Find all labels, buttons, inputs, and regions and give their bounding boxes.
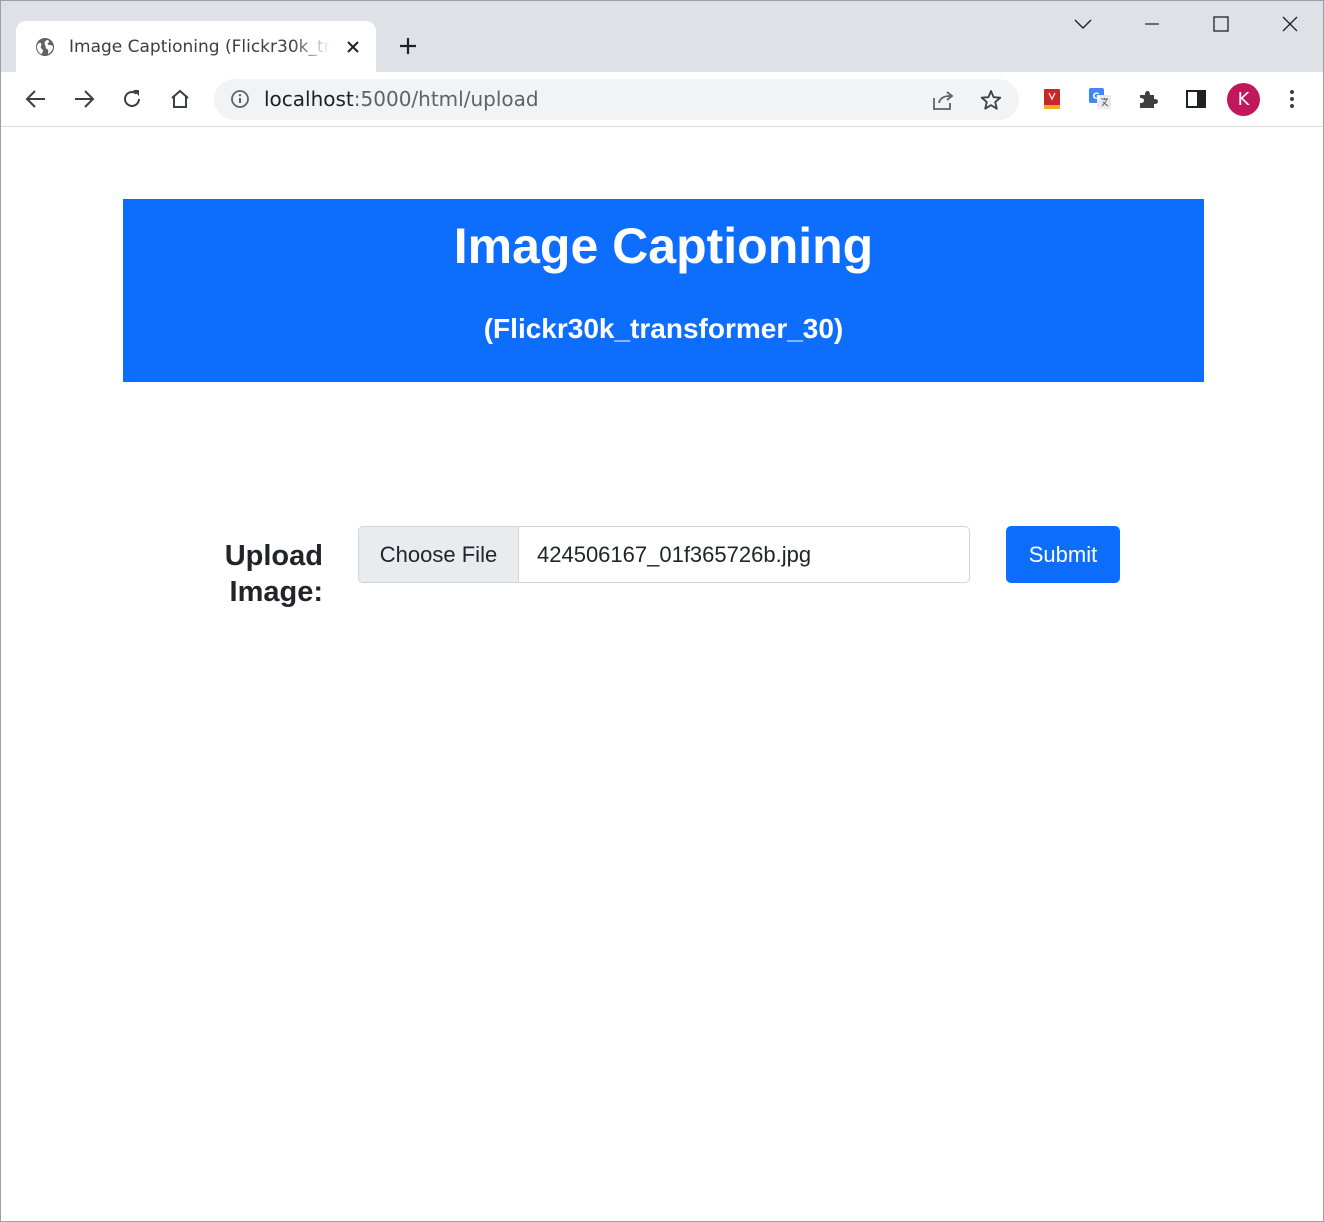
close-window-button[interactable] <box>1270 7 1310 41</box>
url-host: localhost <box>264 87 354 111</box>
home-icon <box>171 89 189 108</box>
site-info-icon[interactable] <box>229 88 251 110</box>
back-button[interactable] <box>21 84 51 114</box>
submit-button[interactable]: Submit <box>1006 526 1120 583</box>
arrow-left-icon <box>25 90 45 108</box>
browser-toolbar: localhost:5000/html/upload G K <box>1 72 1323 127</box>
browser-tab-active[interactable]: Image Captioning (Flickr30k_transformer_… <box>16 21 376 72</box>
side-panel-icon[interactable] <box>1181 84 1211 114</box>
plus-icon <box>400 38 416 54</box>
header-banner: Image Captioning (Flickr30k_transformer_… <box>123 199 1204 382</box>
bookmark-star-icon[interactable] <box>978 87 1004 113</box>
arrow-right-icon <box>75 90 95 108</box>
extension-book-icon[interactable] <box>1037 84 1067 114</box>
page-content: Image Captioning (Flickr30k_transformer_… <box>1 128 1323 1221</box>
reload-button[interactable] <box>117 84 147 114</box>
file-input[interactable]: Choose File 424506167_01f365726b.jpg <box>358 526 970 583</box>
share-icon[interactable] <box>930 87 956 113</box>
forward-button[interactable] <box>69 84 99 114</box>
minimize-button[interactable] <box>1132 7 1172 41</box>
menu-kebab-icon[interactable] <box>1277 84 1307 114</box>
new-tab-button[interactable] <box>394 32 422 60</box>
extensions-puzzle-icon[interactable] <box>1133 84 1163 114</box>
upload-image-label: Upload Image: <box>224 540 323 608</box>
tab-strip: Image Captioning (Flickr30k_transformer_… <box>1 1 1323 72</box>
close-icon <box>1282 16 1298 32</box>
address-bar[interactable]: localhost:5000/html/upload <box>214 79 1019 120</box>
tab-search-button[interactable] <box>1063 7 1103 41</box>
page-subtitle: (Flickr30k_transformer_30) <box>483 313 844 344</box>
choose-file-button[interactable]: Choose File <box>359 527 519 582</box>
maximize-button[interactable] <box>1201 7 1241 41</box>
page-title: Image Captioning <box>453 218 874 274</box>
selected-file-name: 424506167_01f365726b.jpg <box>537 541 812 567</box>
maximize-icon <box>1213 16 1229 32</box>
globe-icon <box>34 36 56 58</box>
browser-window: Image Captioning (Flickr30k_transformer_… <box>0 0 1324 1222</box>
translate-extension-icon[interactable]: G <box>1085 84 1115 114</box>
close-tab-icon[interactable] <box>343 37 363 57</box>
tab-title: Image Captioning (Flickr30k_transformer_… <box>69 36 331 57</box>
profile-avatar[interactable]: K <box>1227 83 1260 116</box>
url-path: :5000/html/upload <box>353 87 539 111</box>
chevron-down-icon <box>1074 19 1092 29</box>
minimize-icon <box>1145 23 1159 25</box>
reload-icon <box>124 90 140 107</box>
url-text[interactable]: localhost:5000/html/upload <box>264 88 539 110</box>
home-button[interactable] <box>165 84 195 114</box>
svg-text:G: G <box>1093 92 1100 102</box>
